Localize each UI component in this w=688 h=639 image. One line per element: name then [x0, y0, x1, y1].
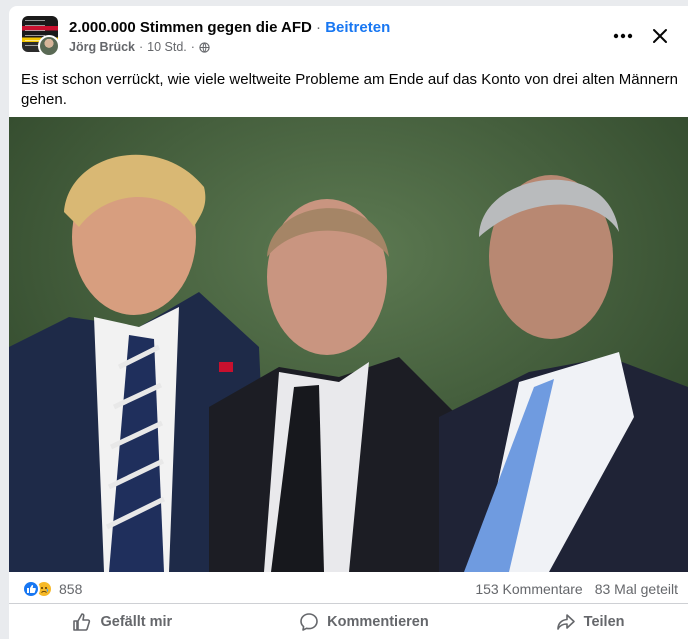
join-group-link[interactable]: Beitreten: [325, 19, 390, 36]
reactions-summary[interactable]: 858: [22, 580, 82, 598]
like-label: Gefällt mir: [100, 613, 173, 630]
post-text: Es ist schon verrückt, wie viele weltwei…: [21, 71, 678, 108]
comment-button[interactable]: Kommentieren: [285, 608, 443, 636]
reaction-count: 858: [59, 581, 83, 597]
group-title-line: 2.000.000 Stimmen gegen die AFD · Beitre…: [69, 19, 390, 36]
like-icon: [22, 580, 40, 598]
close-icon: [653, 29, 667, 43]
meta-separator-2: ·: [190, 40, 195, 54]
comment-label: Kommentieren: [327, 613, 429, 630]
shares-count[interactable]: 83 Mal geteilt: [595, 581, 678, 597]
post-photo: [9, 117, 688, 572]
comments-count[interactable]: 153 Kommentare: [475, 581, 582, 597]
engagement-counts: 153 Kommentare 83 Mal geteilt: [475, 581, 678, 597]
share-label: Teilen: [583, 613, 625, 630]
share-icon: [556, 613, 575, 630]
share-button[interactable]: Teilen: [542, 608, 639, 636]
post-timestamp[interactable]: 10 Std.: [147, 40, 187, 54]
more-options-button[interactable]: [609, 24, 637, 48]
more-horizontal-icon: [613, 33, 633, 39]
close-button[interactable]: [646, 22, 674, 50]
globe-icon: [199, 41, 210, 53]
author-avatar[interactable]: [38, 35, 60, 57]
like-button[interactable]: Gefällt mir: [58, 608, 186, 636]
meta-separator: ·: [139, 40, 144, 54]
post-stats: 858 153 Kommentare 83 Mal geteilt: [9, 572, 688, 604]
author-name[interactable]: Jörg Brück: [69, 40, 135, 54]
post-header: 2.000.000 Stimmen gegen die AFD · Beitre…: [9, 6, 688, 66]
post-image[interactable]: [9, 117, 688, 572]
group-name[interactable]: 2.000.000 Stimmen gegen die AFD: [69, 19, 312, 36]
post-actions: Gefällt mir Kommentieren Teilen: [9, 604, 688, 639]
thumbs-up-icon: [73, 612, 91, 631]
post-card: 2.000.000 Stimmen gegen die AFD · Beitre…: [9, 6, 688, 639]
comment-icon: [300, 612, 318, 631]
separator: ·: [316, 19, 322, 36]
post-meta: Jörg Brück · 10 Std. ·: [69, 40, 210, 54]
